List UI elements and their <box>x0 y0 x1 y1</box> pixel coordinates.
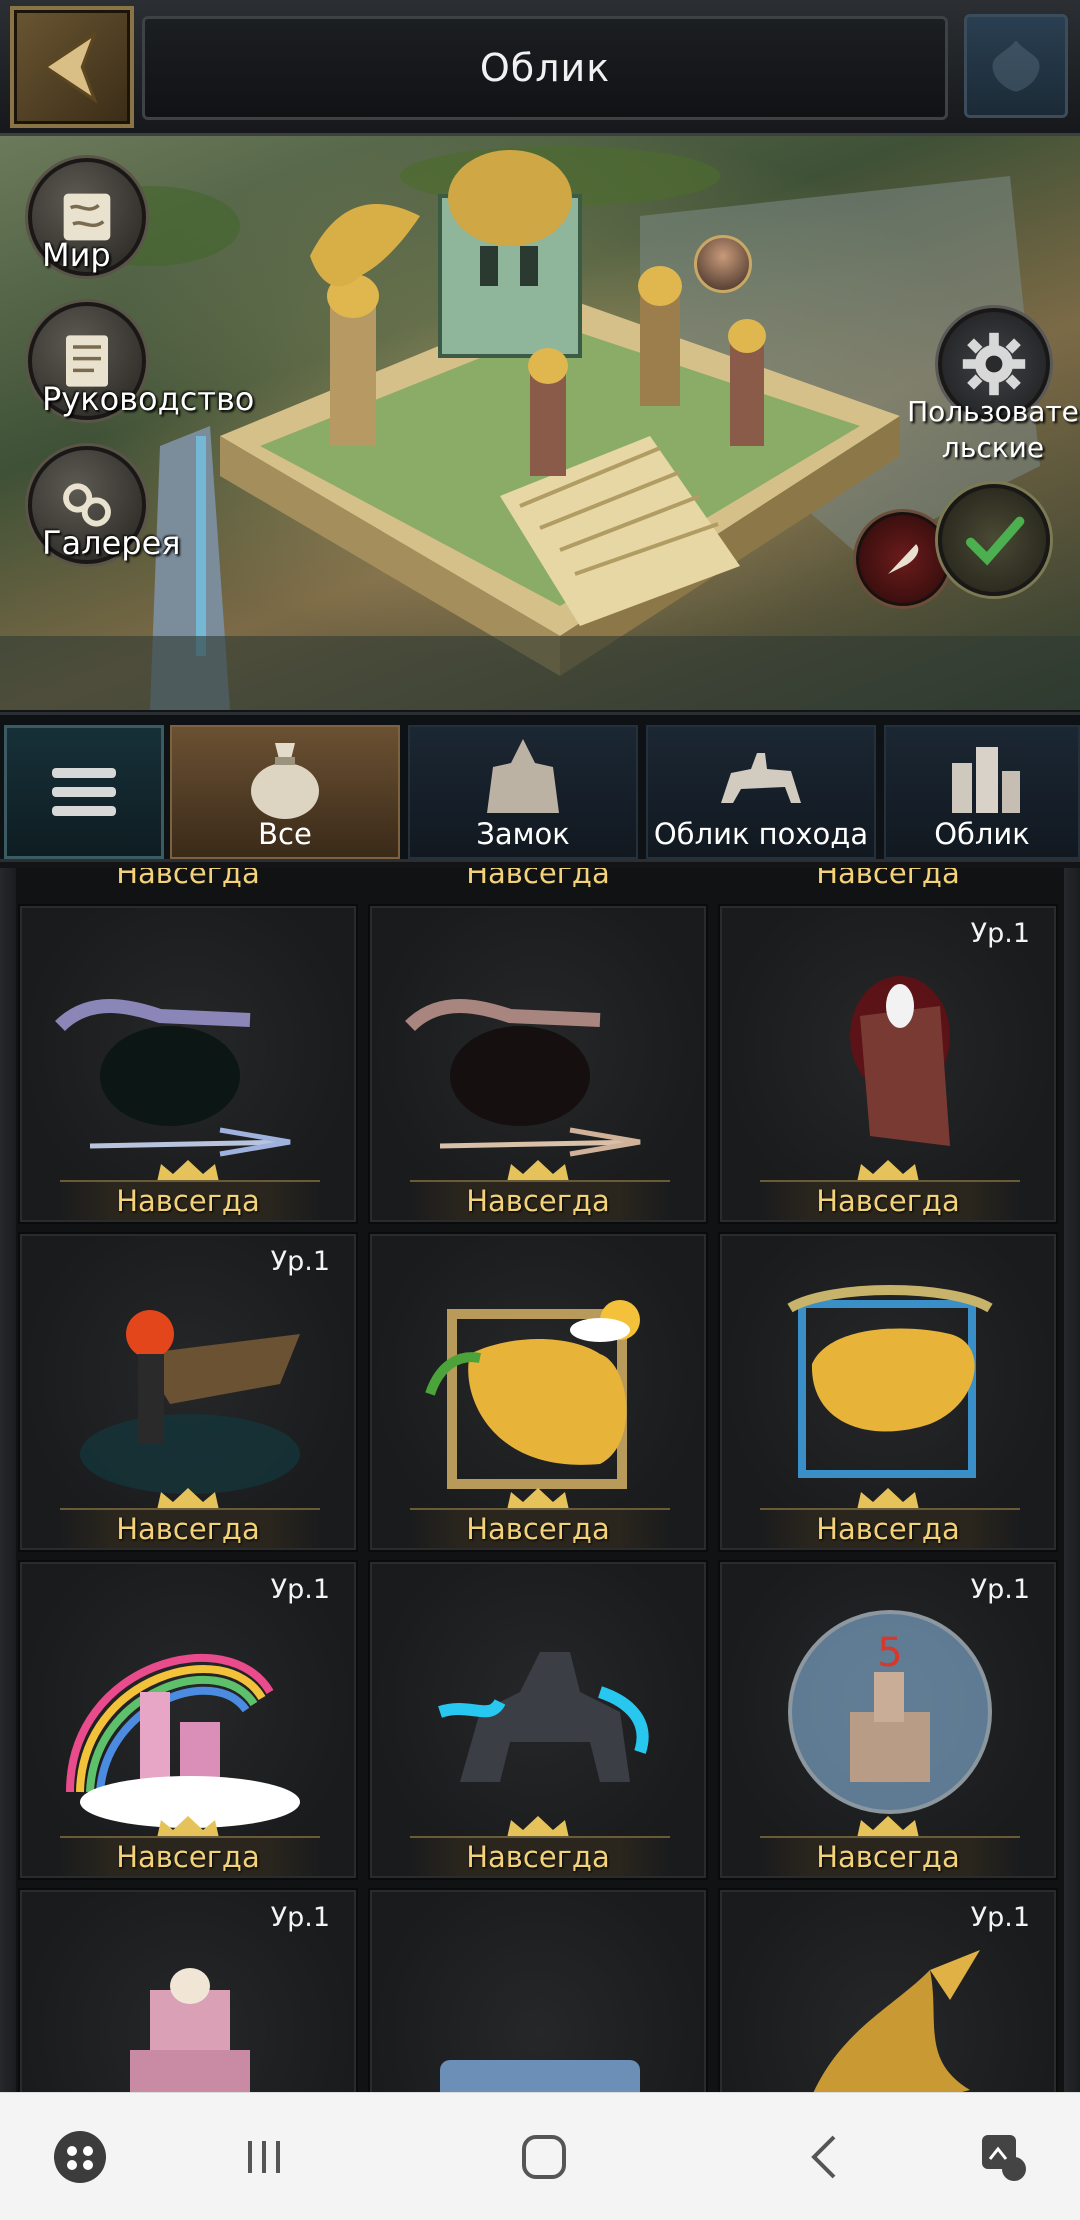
level-label: Ур.1 <box>270 1574 330 1605</box>
skin-item[interactable]: Навсегда <box>368 1560 708 1880</box>
skins-grid: Навсегда Навсегда Навсегда Навсегда Навс… <box>0 868 1080 2092</box>
skin-item[interactable]: Навсегда <box>368 1232 708 1552</box>
skin-item[interactable]: Ур.1 <box>718 1888 1058 2092</box>
duration-label: Навсегда <box>466 868 610 890</box>
grid-partial-cell[interactable]: Навсегда <box>718 868 1058 898</box>
quill-badge-button[interactable] <box>856 512 950 606</box>
duration-label: Навсегда <box>816 868 960 890</box>
globe-number-glyph: 5 <box>877 1630 902 1676</box>
home-icon <box>522 2135 566 2179</box>
duration-label: Навсегда <box>116 868 260 890</box>
duration-label: Навсегда <box>466 1840 610 1874</box>
castle-preview: Мир Руководство Галерея Пользовате льски… <box>0 136 1080 710</box>
settings-label-line1: Пользовате <box>907 395 1079 428</box>
level-label: Ур.1 <box>970 1574 1030 1605</box>
back-icon <box>811 2135 836 2179</box>
bag-icon <box>251 743 319 819</box>
checkmark-icon <box>966 516 1025 566</box>
castle-icon <box>487 739 559 813</box>
recent-apps-icon <box>248 2141 280 2173</box>
arrow-frame-violet-art <box>55 999 291 1157</box>
ice-armored-horse-art <box>438 1652 649 1782</box>
guide-button[interactable]: Руководство <box>22 302 254 420</box>
confirm-button[interactable] <box>938 484 1050 596</box>
fire-dragon-knight-art <box>80 1310 300 1494</box>
level-label: Ур.1 <box>970 1902 1030 1933</box>
level-label: Ур.1 <box>270 1902 330 1933</box>
duration-label: Навсегда <box>116 1840 260 1874</box>
grid-right-rail <box>1064 868 1080 2092</box>
world-label: Мир <box>42 236 111 274</box>
duration-label: Навсегда <box>466 1184 610 1218</box>
eagle-banner-art <box>850 976 950 1146</box>
duration-label: Навсегда <box>816 1184 960 1218</box>
tab-all-label: Все <box>258 817 312 851</box>
header-bar: Облик <box>0 0 1080 136</box>
skin-item[interactable]: Навсегда Ур.1 <box>718 904 1058 1224</box>
duration-label: Навсегда <box>816 1840 960 1874</box>
settings-label-line2: льские <box>941 431 1045 464</box>
skin-item[interactable]: Навсегда <box>718 1232 1058 1552</box>
city-icon <box>952 747 1020 813</box>
hamburger-icon <box>52 768 116 816</box>
game-launcher-button[interactable] <box>46 2123 114 2191</box>
system-navbar <box>0 2092 1080 2220</box>
tab-skin[interactable]: Облик <box>884 725 1080 859</box>
tropical-avatar-frame-art <box>425 1300 640 1489</box>
settings-label: Пользовате льские <box>906 394 1080 466</box>
tab-castle-label: Замок <box>476 817 570 851</box>
skin-item[interactable]: Навсегда Ур.1 <box>18 1560 358 1880</box>
skin-item[interactable] <box>368 1888 708 2092</box>
skin-item[interactable]: Навсегда Ур.1 <box>18 1232 358 1552</box>
laurel-avatar-frame-art <box>787 1285 993 1478</box>
gear-icon <box>962 332 1026 396</box>
grid-left-rail <box>0 868 16 2092</box>
home-button[interactable] <box>510 2123 578 2191</box>
tab-all[interactable]: Все <box>170 725 400 859</box>
title-bar: Облик <box>142 16 948 120</box>
skin-item[interactable]: 5 Навсегда Ур.1 <box>718 1560 1058 1880</box>
skin-item[interactable]: Ур.1 <box>18 1888 358 2092</box>
screenshot-edit-button[interactable] <box>970 2123 1038 2191</box>
screenshot-edit-icon <box>982 2135 1026 2181</box>
snow-globe-castle-art: 5 <box>788 1610 992 1814</box>
golden-dragon-art <box>813 1950 980 2092</box>
duration-label: Навсегда <box>116 1512 260 1546</box>
game-launcher-icon <box>54 2131 106 2183</box>
duration-label: Навсегда <box>466 1512 610 1546</box>
gallery-button[interactable]: Галерея <box>22 446 181 564</box>
chevron-left-icon <box>42 30 98 104</box>
tab-castle[interactable]: Замок <box>408 725 638 859</box>
tab-march-skin[interactable]: Облик похода <box>646 725 876 859</box>
page-title: Облик <box>479 46 611 90</box>
world-button[interactable]: Мир <box>22 158 152 276</box>
level-label: Ур.1 <box>270 1246 330 1277</box>
skin-item[interactable]: Навсегда <box>18 904 358 1224</box>
guide-label: Руководство <box>42 380 255 418</box>
happy-birthday-banner-art <box>440 2060 640 2092</box>
grid-partial-cell[interactable]: Навсегда <box>368 868 708 898</box>
category-tabbar: Все Замок Облик похода Облик <box>0 712 1080 862</box>
tab-skin-label: Облик <box>934 817 1030 851</box>
tab-march-skin-label: Облик похода <box>653 817 869 851</box>
duration-label: Навсегда <box>816 1512 960 1546</box>
cavalry-icon <box>721 753 801 803</box>
crest-icon <box>964 14 1068 118</box>
back-nav-button[interactable] <box>792 2123 860 2191</box>
recent-apps-button[interactable] <box>230 2123 298 2191</box>
back-button[interactable] <box>10 6 134 128</box>
quill-icon <box>888 544 919 574</box>
rainbow-castle-art <box>66 1654 300 1828</box>
grid-partial-cell[interactable]: Навсегда <box>18 868 358 898</box>
menu-button[interactable] <box>4 725 164 859</box>
arrow-frame-rose-art <box>405 999 641 1157</box>
cake-castle-art <box>130 1968 250 2092</box>
level-label: Ур.1 <box>970 918 1030 949</box>
player-avatar <box>694 235 752 293</box>
skin-item[interactable]: Навсегда <box>368 904 708 1224</box>
gallery-label: Галерея <box>42 524 181 562</box>
duration-label: Навсегда <box>116 1184 260 1218</box>
